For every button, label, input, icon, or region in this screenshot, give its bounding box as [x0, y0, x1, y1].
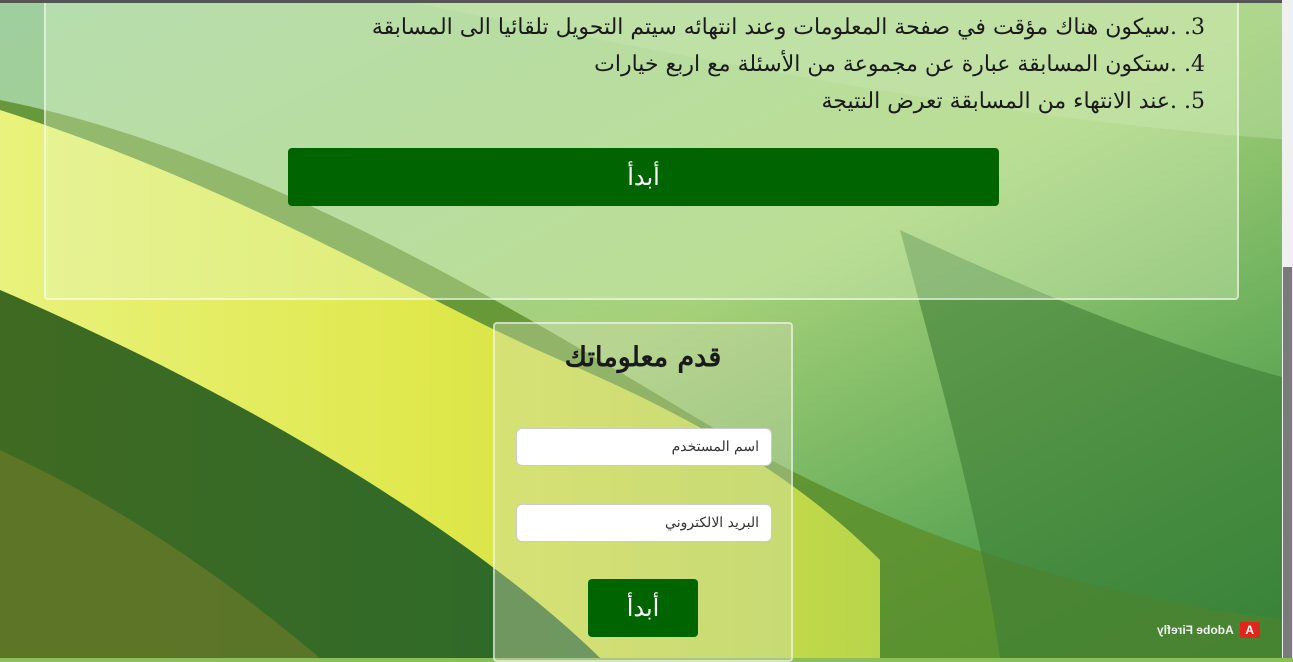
email-input[interactable] — [516, 504, 772, 542]
watermark-text: Adobe Firefly — [1157, 623, 1234, 637]
vertical-scrollbar[interactable] — [1282, 0, 1293, 658]
form-title: قدم معلوماتك — [564, 342, 722, 373]
rule-item: 5. .عند الانتهاء من المسابقة تعرض النتيج… — [821, 89, 1205, 114]
rule-item: 3. .سيكون هناك مؤقت في صفحة المعلومات وع… — [371, 15, 1205, 40]
adobe-logo-icon: A — [1239, 622, 1260, 638]
submit-start-button[interactable]: أبدأ — [588, 579, 698, 637]
rule-item: 4. .ستكون المسابقة عبارة عن مجموعة من ال… — [594, 52, 1205, 77]
rules-list: 2. تحتوي عدة صفحات في بداية المشروع على … — [372, 0, 1205, 120]
scrollbar-thumb[interactable] — [1283, 267, 1292, 658]
start-quiz-button[interactable]: أبدأ — [288, 148, 999, 206]
user-info-form: قدم معلوماتك أبدأ — [493, 322, 793, 662]
instructions-panel: 2. تحتوي عدة صفحات في بداية المشروع على … — [44, 0, 1239, 300]
adobe-firefly-watermark: Adobe Firefly A — [1157, 622, 1260, 638]
username-input[interactable] — [516, 428, 772, 466]
window-top-border — [0, 0, 1293, 3]
